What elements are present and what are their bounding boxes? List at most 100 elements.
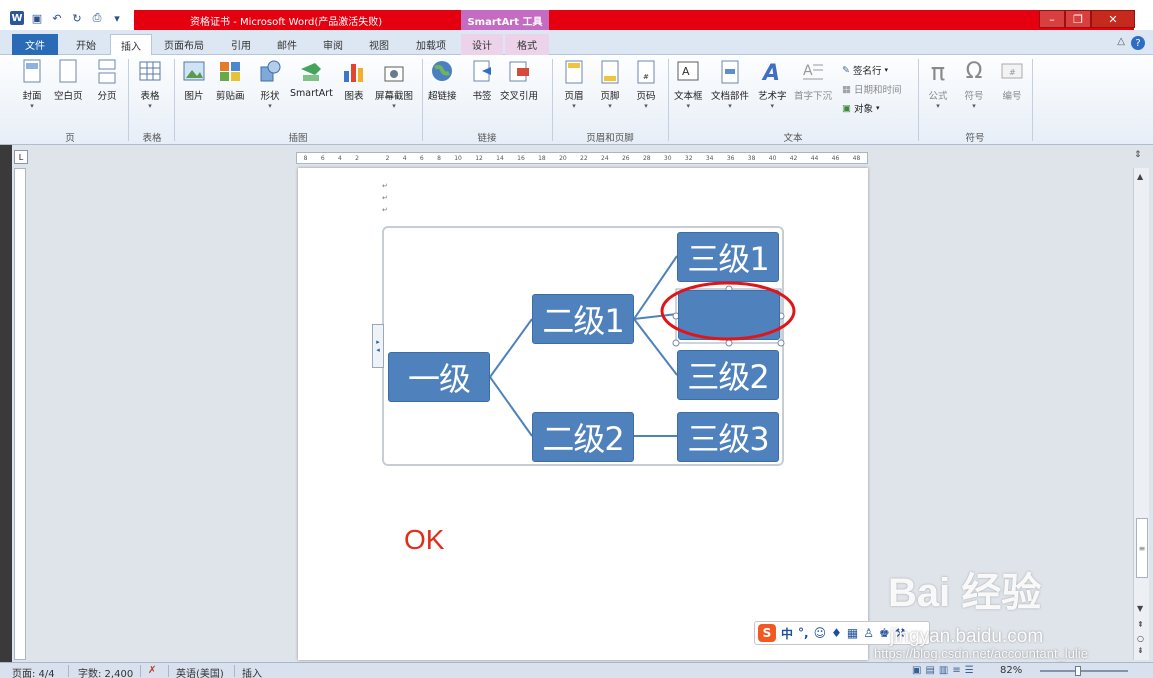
signature-line-button[interactable]: ✎ 签名行 ▾ — [842, 63, 888, 78]
ruler-tick-label: 14 — [496, 154, 504, 162]
quick-parts-button[interactable]: 文档部件 ▾ — [711, 59, 749, 110]
node-level3-3[interactable]: 三级3 — [677, 412, 779, 462]
shapes-button[interactable]: 形状 ▾ — [258, 59, 282, 110]
number-button[interactable]: # 编号 — [1000, 59, 1024, 102]
tab-format[interactable]: 格式 — [505, 34, 549, 55]
print-layout-icon[interactable]: ▣ — [912, 665, 921, 676]
header-button[interactable]: 页眉 ▾ — [562, 59, 586, 110]
drop-cap-icon: A — [801, 59, 825, 85]
date-time-button[interactable]: ▦ 日期和时间 — [842, 82, 902, 97]
tab-insert[interactable]: 插入 — [110, 34, 152, 56]
save-icon[interactable]: ▣ — [30, 11, 44, 25]
tab-design[interactable]: 设计 — [461, 34, 503, 55]
node-level3-1[interactable]: 三级1 — [677, 232, 779, 282]
scroll-up-icon[interactable]: ▲ — [1137, 172, 1143, 181]
pi-icon: π — [930, 58, 946, 86]
node-level3-2[interactable]: 三级2 — [677, 350, 779, 400]
page-break-button[interactable]: 分页 — [95, 59, 119, 102]
title-bar: W ▣ ↶ ↻ ⎙ ▾ 资格证书 - Microsoft Word(产品激活失败… — [0, 0, 1153, 30]
tab-view[interactable]: 视图 — [360, 34, 398, 55]
chart-button[interactable]: 图表 — [342, 59, 366, 102]
vertical-scrollbar[interactable]: ▲ ≡ ▼ ⇞ ○ ⇟ — [1133, 168, 1149, 660]
quick-access-toolbar: W ▣ ↶ ↻ ⎙ ▾ — [10, 11, 124, 25]
document-page[interactable]: ↵ ↵ ↵ ▸ ◂ 一级 二级1 二级2 三级1 三级2 三级3 OK — [298, 168, 868, 660]
close-button[interactable]: ✕ — [1091, 10, 1135, 28]
clipart-button[interactable]: 剪贴画 — [216, 59, 245, 102]
tab-review[interactable]: 审阅 — [314, 34, 352, 55]
node-level2-2[interactable]: 二级2 — [532, 412, 634, 462]
next-page-icon[interactable]: ⇟ — [1137, 646, 1144, 655]
tab-page-layout[interactable]: 页面布局 — [158, 34, 210, 55]
tab-references[interactable]: 引用 — [222, 34, 260, 55]
picture-button[interactable]: 图片 — [182, 59, 206, 102]
hyperlink-button[interactable]: 超链接 — [428, 59, 457, 102]
cover-page-button[interactable]: 封面 ▾ — [20, 59, 44, 110]
insert-mode[interactable]: 插入 — [242, 665, 262, 678]
emoji-icon[interactable]: ☺ — [814, 626, 827, 640]
scroll-thumb[interactable]: ≡ — [1136, 518, 1148, 578]
group-label-links: 链接 — [477, 133, 497, 144]
user-icon[interactable]: ♙ — [863, 626, 874, 640]
textbox-icon: A — [676, 59, 700, 85]
object-button[interactable]: ▣ 对象 ▾ — [842, 101, 880, 116]
blank-page-button[interactable]: 空白页 — [54, 59, 83, 102]
symbol-button[interactable]: Ω 符号 ▾ — [962, 59, 986, 110]
full-screen-reading-icon[interactable]: ▤ — [925, 665, 934, 676]
scroll-down-icon[interactable]: ▼ — [1137, 604, 1143, 613]
restore-button[interactable]: ❐ — [1065, 10, 1091, 28]
zoom-slider[interactable] — [1040, 670, 1128, 672]
svg-text:A: A — [761, 61, 780, 85]
mic-icon[interactable]: ♦ — [831, 626, 842, 640]
table-button[interactable]: 表格 ▾ — [138, 59, 162, 110]
page-count[interactable]: 页面: 4/4 — [12, 665, 55, 678]
word-logo-icon[interactable]: W — [10, 11, 24, 25]
split-view-icon[interactable]: ⇕ — [1134, 150, 1148, 164]
sogou-s-icon[interactable]: S — [758, 624, 776, 642]
minimize-button[interactable]: – — [1039, 10, 1065, 28]
browse-object-icon[interactable]: ○ — [1137, 634, 1144, 643]
page-number-button[interactable]: # 页码 ▾ — [634, 59, 658, 110]
picture-icon — [182, 59, 206, 85]
node-level1[interactable]: 一级 — [388, 352, 490, 402]
shirt-icon[interactable]: ♚ — [879, 626, 890, 640]
ime-lang[interactable]: 中 — [781, 625, 793, 642]
redo-icon[interactable]: ↻ — [70, 11, 84, 25]
proofing-icon[interactable]: ✗ — [148, 665, 156, 676]
tab-addins[interactable]: 加载项 — [406, 34, 456, 55]
vertical-ruler[interactable] — [14, 168, 26, 660]
smartart-button[interactable]: SmartArt — [290, 59, 333, 99]
text-pane-toggle[interactable]: ▸ ◂ — [372, 324, 384, 368]
cross-reference-button[interactable]: 交叉引用 — [500, 59, 538, 102]
smartart-frame[interactable]: ▸ ◂ 一级 二级1 二级2 三级1 三级2 三级3 — [372, 226, 796, 466]
outline-icon[interactable]: ≡ — [952, 665, 960, 676]
ruler-tick-label: 36 — [726, 154, 735, 162]
tab-home[interactable]: 开始 — [66, 34, 106, 55]
web-layout-icon[interactable]: ▥ — [939, 665, 948, 676]
collapse-ribbon-icon[interactable]: △ — [1117, 36, 1125, 47]
footer-button[interactable]: 页脚 ▾ — [598, 59, 622, 110]
prev-page-icon[interactable]: ⇞ — [1137, 620, 1144, 629]
horizontal-ruler[interactable]: 8 6 4 2 2 4 6 8 10 12 14 16 18 20 22 24 26 28 30 32 34 36 38 40… — [296, 152, 868, 164]
zoom-level[interactable]: 82% — [1000, 665, 1022, 676]
punctuation-icon[interactable]: °, — [798, 626, 809, 640]
node-level2-1[interactable]: 二级1 — [532, 294, 634, 344]
keyboard-icon[interactable]: ▦ — [847, 626, 858, 640]
screenshot-button[interactable]: 屏幕截图 ▾ — [375, 59, 413, 110]
tab-selector-button[interactable]: L — [14, 150, 28, 164]
word-count[interactable]: 字数: 2,400 — [78, 665, 133, 678]
tab-file[interactable]: 文件 — [12, 34, 58, 55]
bookmark-button[interactable]: 书签 — [470, 59, 494, 102]
print-icon[interactable]: ⎙ — [90, 11, 104, 25]
help-icon[interactable]: ? — [1131, 36, 1145, 50]
zoom-slider-thumb[interactable] — [1075, 666, 1081, 676]
customize-icon[interactable]: ▾ — [110, 11, 124, 25]
textbox-button[interactable]: A 文本框 ▾ — [674, 59, 703, 110]
tab-mailings[interactable]: 邮件 — [268, 34, 306, 55]
language-status[interactable]: 英语(美国) — [176, 665, 224, 678]
undo-icon[interactable]: ↶ — [50, 11, 64, 25]
equation-button[interactable]: π 公式 ▾ — [926, 59, 950, 110]
smartart-icon — [299, 59, 323, 85]
wordart-button[interactable]: A 艺术字 ▾ — [758, 59, 787, 110]
draft-icon[interactable]: ☰ — [965, 665, 974, 676]
drop-cap-button[interactable]: A 首字下沉 — [794, 59, 832, 102]
